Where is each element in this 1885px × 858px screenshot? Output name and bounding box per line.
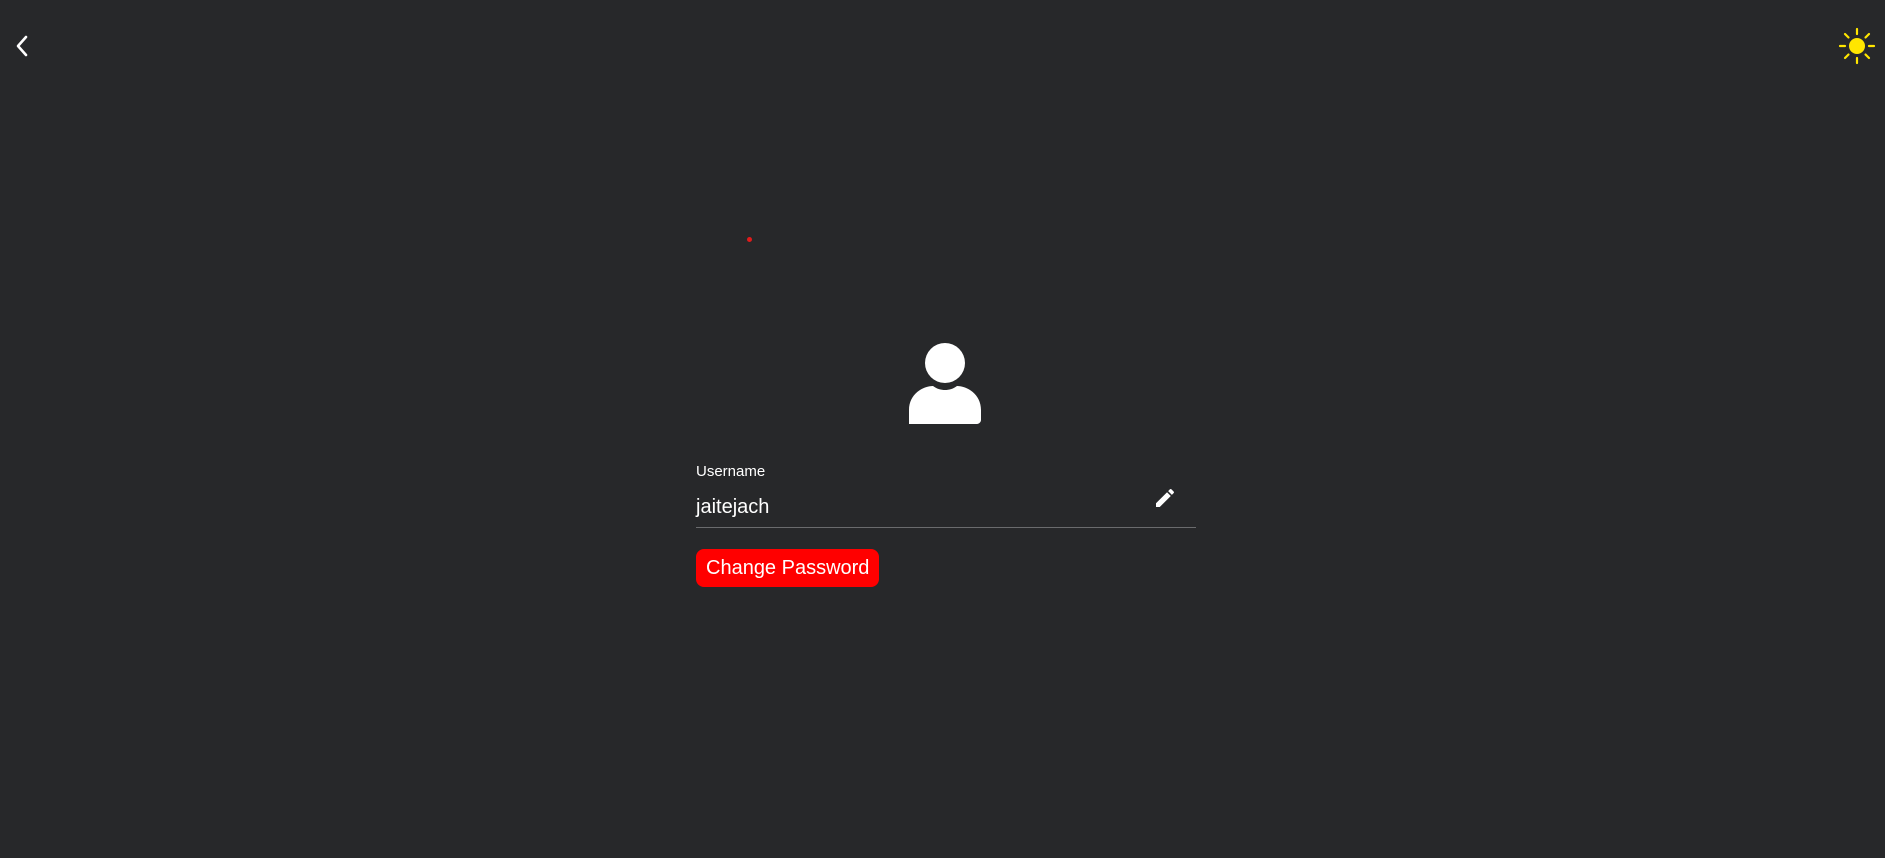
sun-icon <box>1838 27 1876 65</box>
profile-page: Username jaitejach Change Password <box>0 0 1885 858</box>
pencil-icon <box>1156 488 1175 507</box>
username-value: jaitejach <box>696 495 770 518</box>
profile-form: Username jaitejach <box>696 463 1196 528</box>
username-label: Username <box>696 463 766 480</box>
theme-toggle-button[interactable] <box>1838 27 1876 65</box>
chevron-left-icon <box>16 35 28 57</box>
avatar <box>907 342 983 424</box>
edit-username-button[interactable] <box>1150 483 1180 513</box>
user-icon <box>909 343 981 424</box>
username-field[interactable]: jaitejach <box>696 481 1196 528</box>
back-button[interactable] <box>10 32 34 60</box>
change-password-button[interactable]: Change Password <box>696 549 880 587</box>
status-dot <box>747 237 752 242</box>
